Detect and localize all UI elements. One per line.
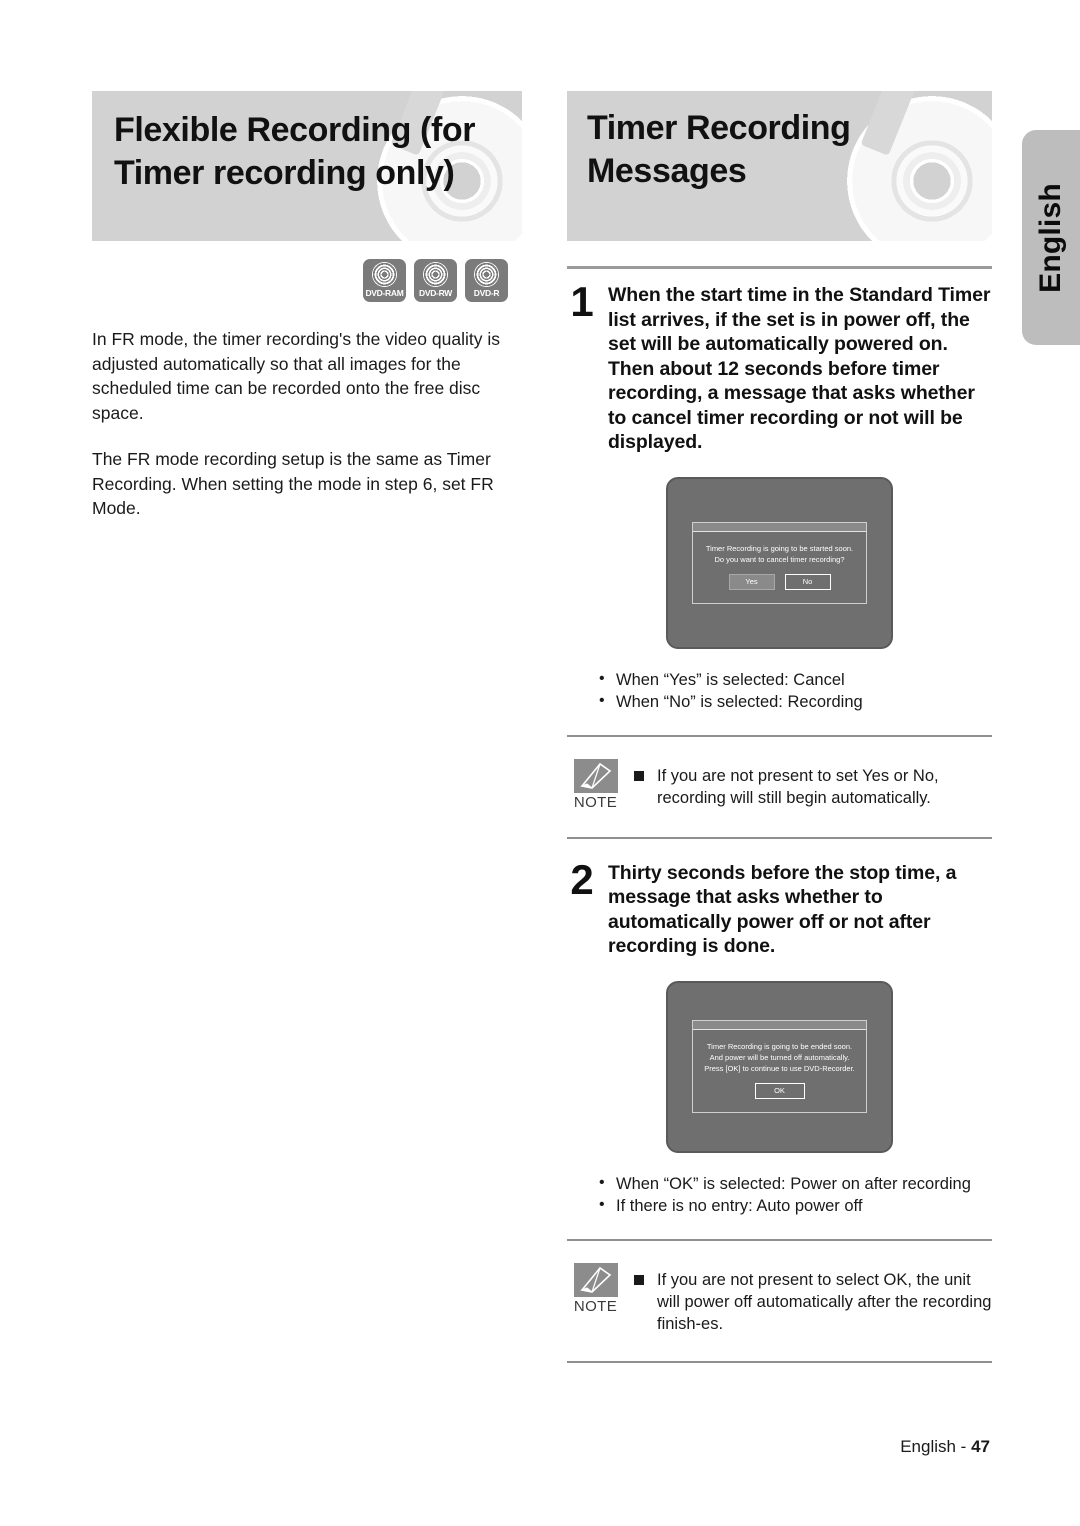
left-header-title-line2: Timer recording only) bbox=[114, 153, 455, 192]
note-divider-bottom bbox=[567, 1360, 992, 1363]
language-tab-label: English bbox=[1034, 182, 1067, 293]
note-items: If you are not present to set Yes or No,… bbox=[624, 759, 992, 809]
note-badge: NOTE bbox=[567, 1262, 624, 1315]
note-item-text: If you are not present to set Yes or No,… bbox=[657, 766, 939, 807]
note-bullet-square bbox=[634, 770, 644, 781]
disc-icon bbox=[372, 262, 397, 287]
note-item: If you are not present to select OK, the… bbox=[634, 1269, 992, 1335]
language-side-tab: English bbox=[1022, 130, 1080, 345]
section-divider bbox=[567, 266, 992, 269]
step-2-text: Thirty seconds before the stop time, a m… bbox=[608, 861, 957, 958]
list-item: When “Yes” is selected: Cancel bbox=[599, 668, 992, 691]
step-2: 2 Thirty seconds before the stop time, a… bbox=[567, 855, 992, 959]
right-body-content: 1 When the start time in the Standard Ti… bbox=[567, 266, 992, 1363]
pencil-icon bbox=[573, 1262, 618, 1297]
dialog-yes-button[interactable]: Yes bbox=[728, 573, 775, 590]
page-footer: English - 47 bbox=[0, 1437, 1080, 1457]
note-divider-top bbox=[567, 734, 992, 737]
disc-icon bbox=[474, 262, 499, 287]
dialog-message-line: And power will be turned off automatical… bbox=[709, 1053, 850, 1062]
dialog-buttons: OK bbox=[699, 1083, 860, 1099]
dialog-buttons: Yes No bbox=[699, 573, 860, 590]
note-item-text: If you are not present to select OK, the… bbox=[657, 1270, 992, 1333]
note-items: If you are not present to select OK, the… bbox=[624, 1263, 992, 1335]
step-2-note: NOTE If you are not present to select OK… bbox=[567, 1238, 992, 1363]
dialog-titlebar bbox=[693, 522, 866, 532]
step-1: 1 When the start time in the Standard Ti… bbox=[567, 278, 992, 455]
step-1-note: NOTE If you are not present to set Yes o… bbox=[567, 734, 992, 839]
note-bullet-square bbox=[634, 1274, 644, 1285]
disc-badge-label: DVD-RAM bbox=[365, 288, 404, 298]
note-badge: NOTE bbox=[567, 758, 624, 811]
list-item: If there is no entry: Auto power off bbox=[599, 1194, 992, 1217]
right-header-title: Timer Recording Messages bbox=[567, 91, 992, 193]
left-header-title-line1: Flexible Recording (for bbox=[114, 111, 476, 149]
dialog-message-line: Timer Recording is going to be started s… bbox=[705, 543, 854, 553]
footer-page-number: 47 bbox=[971, 1437, 990, 1456]
note-badge-label: NOTE bbox=[573, 793, 618, 811]
step-2-screen-illustration: Timer Recording is going to be ended soo… bbox=[666, 980, 893, 1153]
disc-badge: DVD-R bbox=[465, 259, 508, 302]
dialog-ok-button[interactable]: OK bbox=[754, 1083, 805, 1099]
step-1-text: When the start time in the Standard Time… bbox=[608, 284, 991, 453]
note-item: If you are not present to set Yes or No,… bbox=[634, 765, 992, 809]
note-badge-label: NOTE bbox=[573, 1297, 618, 1315]
left-section-header: Flexible Recording (for Timer recording … bbox=[92, 91, 522, 241]
step-2-number: 2 bbox=[570, 855, 594, 903]
dialog-titlebar bbox=[693, 1021, 866, 1030]
list-item: When “No” is selected: Recording bbox=[599, 690, 992, 713]
dialog-no-button[interactable]: No bbox=[784, 573, 831, 590]
right-section-header: Timer Recording Messages bbox=[567, 91, 992, 241]
disc-badge: DVD-RAM bbox=[363, 259, 406, 302]
step-2-bullets: When “OK” is selected: Power on after re… bbox=[599, 1172, 992, 1217]
step-1-number: 1 bbox=[570, 278, 594, 325]
disc-badge: DVD-RW bbox=[414, 259, 457, 302]
dialog-message-line: Do you want to cancel timer recording? bbox=[714, 554, 845, 564]
footer-language-label: English - bbox=[900, 1437, 967, 1456]
left-paragraph-1: In FR mode, the timer recording's the vi… bbox=[92, 329, 500, 423]
disc-badge-label: DVD-R bbox=[473, 288, 500, 298]
note-divider-bottom bbox=[567, 836, 992, 839]
right-header-title-line1: Timer Recording bbox=[587, 109, 851, 147]
step-1-bullets: When “Yes” is selected: Cancel When “No”… bbox=[599, 668, 992, 713]
note-divider-top bbox=[567, 1238, 992, 1241]
disc-icon bbox=[423, 262, 448, 287]
disc-compatibility-badges: DVD-RAM DVD-RW DVD-R bbox=[363, 259, 508, 302]
tv-dialog: Timer Recording is going to be ended soo… bbox=[692, 1020, 867, 1113]
right-header-title-line2: Messages bbox=[587, 151, 747, 190]
left-paragraph-2: The FR mode recording setup is the same … bbox=[92, 449, 494, 518]
list-item: When “OK” is selected: Power on after re… bbox=[599, 1172, 992, 1195]
tv-dialog: Timer Recording is going to be started s… bbox=[692, 521, 867, 604]
left-body-text: In FR mode, the timer recording's the vi… bbox=[92, 327, 512, 543]
pencil-icon bbox=[573, 758, 618, 793]
step-1-screen-illustration: Timer Recording is going to be started s… bbox=[666, 476, 893, 649]
disc-badge-label: DVD-RW bbox=[419, 288, 452, 298]
left-header-title: Flexible Recording (for Timer recording … bbox=[92, 91, 522, 195]
dialog-body: Timer Recording is going to be ended soo… bbox=[693, 1030, 866, 1112]
dialog-body: Timer Recording is going to be started s… bbox=[693, 532, 866, 603]
dialog-message-line: Timer Recording is going to be ended soo… bbox=[706, 1042, 853, 1051]
dialog-message-line: Press [OK] to continue to use DVD-Record… bbox=[704, 1064, 855, 1073]
